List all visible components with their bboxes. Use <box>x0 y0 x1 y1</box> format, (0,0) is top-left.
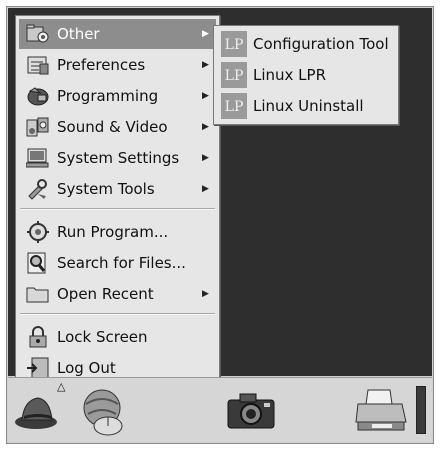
menu-separator <box>20 208 215 210</box>
menu-item-preferences[interactable]: Preferences ▶ <box>19 50 216 80</box>
printer-icon[interactable] <box>354 386 408 438</box>
menu-item-label: Open Recent <box>57 285 154 303</box>
menu-item-label: Preferences <box>57 56 146 74</box>
submenu-item-configuration-tool[interactable]: LP Configuration Tool <box>217 29 395 59</box>
menu-item-search-files[interactable]: Search for Files... <box>19 248 216 278</box>
system-tools-icon <box>25 177 51 201</box>
svg-text:LP: LP <box>225 68 244 84</box>
sound-video-icon <box>25 115 51 139</box>
menu-item-run-program[interactable]: Run Program... <box>19 217 216 247</box>
run-program-icon <box>25 220 51 244</box>
svg-text:LP: LP <box>225 37 244 53</box>
lp-icon: LP <box>221 62 247 88</box>
menu-item-label: System Tools <box>57 180 155 198</box>
redhat-menu-icon[interactable] <box>14 388 62 436</box>
lp-icon: LP <box>221 31 247 57</box>
submenu-arrow-icon: ▶ <box>202 153 209 163</box>
menu-separator <box>20 313 215 315</box>
menu-item-label: Programming <box>57 87 159 105</box>
lp-icon: LP <box>221 93 247 119</box>
bottom-panel: △ <box>8 377 432 442</box>
panel-drag-handle[interactable] <box>416 386 426 434</box>
submenu-item-label: Linux Uninstall <box>253 97 364 115</box>
main-menu: Other ▶ Preferences ▶ Programming ▶ Soun… <box>15 15 220 385</box>
mouse-globe-icon[interactable] <box>76 386 132 442</box>
folder-icon <box>25 282 51 306</box>
menu-item-sound-video[interactable]: Sound & Video ▶ <box>19 112 216 142</box>
submenu-item-linux-lpr[interactable]: LP Linux LPR <box>217 60 395 90</box>
menu-item-label: Run Program... <box>57 223 169 241</box>
submenu-item-linux-uninstall[interactable]: LP Linux Uninstall <box>217 91 395 121</box>
menu-indicator-icon: △ <box>57 380 66 393</box>
menu-item-programming[interactable]: Programming ▶ <box>19 81 216 111</box>
screen: Other ▶ Preferences ▶ Programming ▶ Soun… <box>6 6 434 444</box>
menu-item-label: Search for Files... <box>57 254 186 272</box>
menu-item-system-tools[interactable]: System Tools ▶ <box>19 174 216 204</box>
lock-icon <box>25 325 51 349</box>
submenu-other: LP Configuration Tool LP Linux LPR LP Li <box>213 25 399 125</box>
svg-text:LP: LP <box>225 99 244 115</box>
menu-item-lock-screen[interactable]: Lock Screen <box>19 322 216 352</box>
search-icon <box>25 251 51 275</box>
submenu-item-label: Linux LPR <box>253 66 327 84</box>
submenu-item-label: Configuration Tool <box>253 35 389 53</box>
camera-icon[interactable] <box>226 392 276 436</box>
submenu-arrow-icon: ▶ <box>202 289 209 299</box>
other-folder-icon <box>25 22 51 46</box>
menu-item-open-recent[interactable]: Open Recent ▶ <box>19 279 216 309</box>
menu-item-system-settings[interactable]: System Settings ▶ <box>19 143 216 173</box>
preferences-icon <box>25 53 51 77</box>
programming-icon <box>25 84 51 108</box>
menu-item-label: Sound & Video <box>57 118 168 136</box>
menu-item-label: System Settings <box>57 149 180 167</box>
system-settings-icon <box>25 146 51 170</box>
menu-item-label: Lock Screen <box>57 328 148 346</box>
menu-item-other[interactable]: Other ▶ <box>19 19 216 49</box>
menu-item-label: Log Out <box>57 359 116 377</box>
menu-item-label: Other <box>57 25 100 43</box>
submenu-arrow-icon: ▶ <box>202 184 209 194</box>
